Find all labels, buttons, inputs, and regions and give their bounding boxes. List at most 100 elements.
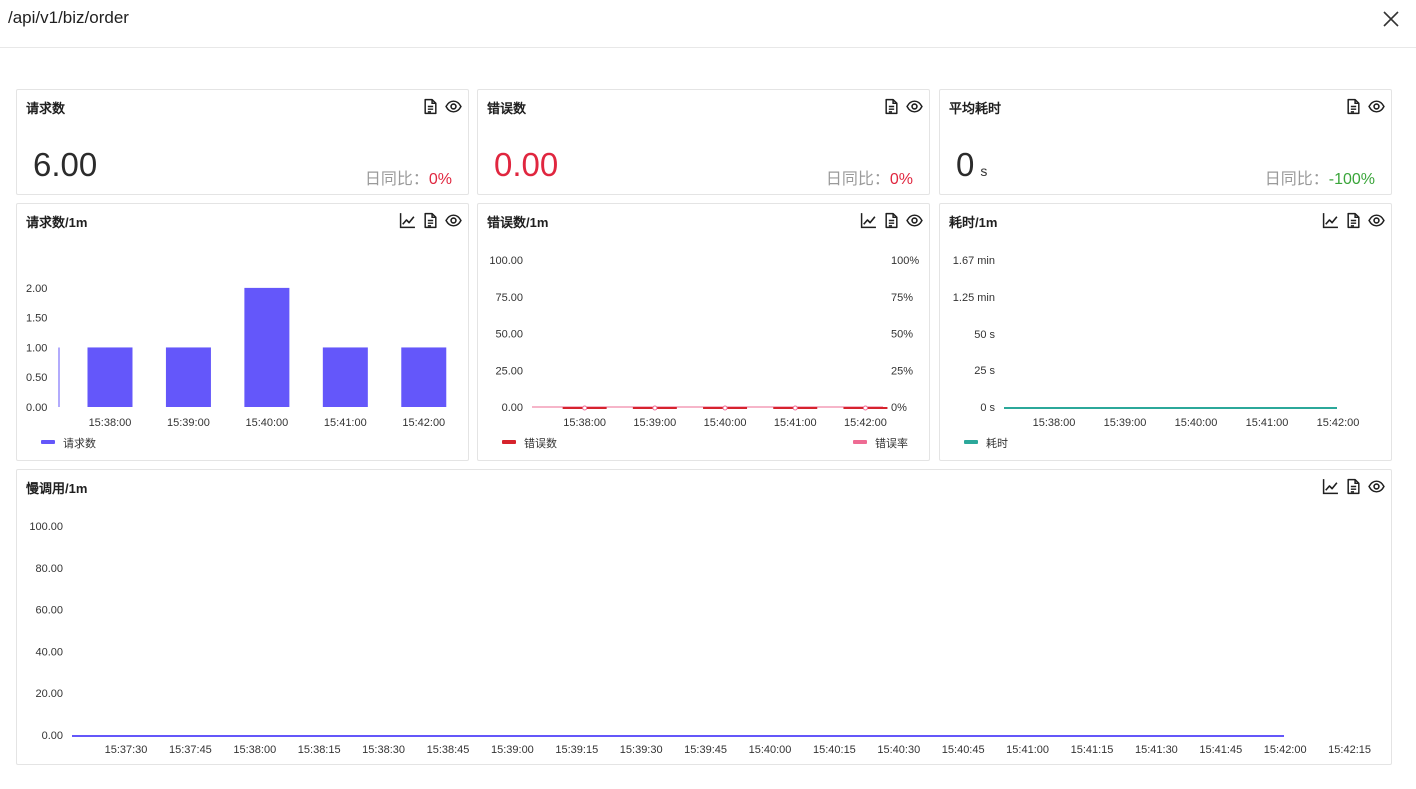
y-tick-label: 100.00 xyxy=(29,521,63,533)
eye-icon[interactable] xyxy=(906,212,923,229)
x-tick-label: 15:37:45 xyxy=(169,744,212,756)
y-tick-label: 25.00 xyxy=(495,365,523,377)
panel-title: 耗时/1m xyxy=(949,215,998,230)
document-icon[interactable] xyxy=(422,212,439,229)
stat-value: 0.00 xyxy=(494,146,559,183)
error-rate-point xyxy=(792,405,798,411)
y-tick-label: 1.25 min xyxy=(953,292,995,304)
y-tick-label: 0 s xyxy=(980,402,995,414)
y-tick-label: 20.00 xyxy=(35,688,63,700)
x-tick-label: 15:38:45 xyxy=(427,744,470,756)
document-icon[interactable] xyxy=(422,98,439,115)
y-tick-label: 0.00 xyxy=(502,402,523,414)
eye-icon[interactable] xyxy=(906,98,923,115)
x-tick-label: 15:40:00 xyxy=(704,417,747,429)
error-rate-point xyxy=(582,405,588,411)
x-tick-label: 15:40:15 xyxy=(813,744,856,756)
chart-panel-slow-calls: 0.00 20.00 40.00 60.00 80.00 100.00 15:37:30 15… xyxy=(16,469,1392,765)
line-chart-icon[interactable] xyxy=(1322,478,1339,495)
x-tick-label: 15:42:00 xyxy=(402,417,445,429)
eye-icon[interactable] xyxy=(445,212,462,229)
x-tick-label: 15:42:00 xyxy=(1317,417,1360,429)
bar xyxy=(322,347,368,407)
line-chart-icon[interactable] xyxy=(860,212,877,229)
chart-panel-errors: 0.00 25.00 50.00 75.00 100.00 0% 25% 50% 75% 100%… xyxy=(477,203,930,461)
x-tick-label: 15:38:00 xyxy=(563,417,606,429)
x-tick-label: 15:38:00 xyxy=(89,417,132,429)
y-tick-label: 1.67 min xyxy=(953,255,995,267)
y-tick-label: 50 s xyxy=(974,329,995,341)
error-rate-point xyxy=(722,405,728,411)
day-over-day: 日同比：-100% xyxy=(1264,171,1375,188)
y-tick-label: 50.00 xyxy=(495,329,523,341)
legend-swatch xyxy=(964,440,978,444)
legend-swatch xyxy=(853,440,867,444)
y-tick-label: 50% xyxy=(891,329,913,341)
y-tick-label: 25 s xyxy=(974,365,995,377)
close-icon[interactable] xyxy=(1380,8,1402,30)
x-tick-label: 15:37:30 xyxy=(105,744,148,756)
x-tick-label: 15:41:00 xyxy=(1246,417,1289,429)
y-tick-label: 60.00 xyxy=(35,605,63,617)
y-tick-label: 2.00 xyxy=(26,283,47,295)
eye-icon[interactable] xyxy=(1368,212,1385,229)
x-tick-label: 15:39:00 xyxy=(491,744,534,756)
day-over-day: 日同比：0% xyxy=(825,171,913,188)
x-tick-label: 15:39:15 xyxy=(555,744,598,756)
stat-panel-errors: 错误数 0.00 日同比：0% xyxy=(477,89,930,195)
x-tick-label: 15:42:00 xyxy=(844,417,887,429)
stat-panel-requests: 请求数 6.00 日同比：0% xyxy=(16,89,469,195)
line-chart-icon[interactable] xyxy=(399,212,416,229)
x-tick-label: 15:38:30 xyxy=(362,744,405,756)
x-tick-label: 15:38:00 xyxy=(233,744,276,756)
document-icon[interactable] xyxy=(1345,212,1362,229)
stat-value: 0s xyxy=(956,146,988,183)
line-chart-icon[interactable] xyxy=(1322,212,1339,229)
error-rate-point xyxy=(862,405,868,411)
drawer-header: /api/v1/biz/order xyxy=(0,0,1416,48)
panel-title: 错误数 xyxy=(487,101,527,116)
panel-title: 错误数/1m xyxy=(487,215,549,230)
legend-label: 请求数 xyxy=(63,437,96,450)
stat-panel-avg-latency: 平均耗时 0s 日同比：-100% xyxy=(939,89,1392,195)
y-tick-label: 1.00 xyxy=(26,342,47,354)
x-tick-label: 15:39:30 xyxy=(620,744,663,756)
panel-title: 请求数/1m xyxy=(26,215,88,230)
chart-panel-requests: 0.00 0.50 1.00 1.50 2.00 15:38:00 15:39:00 15:4… xyxy=(16,203,469,461)
legend-swatch xyxy=(41,440,55,444)
x-tick-label: 15:38:15 xyxy=(298,744,341,756)
x-tick-label: 15:39:45 xyxy=(684,744,727,756)
y-tick-label: 25% xyxy=(891,365,913,377)
legend-label: 错误率 xyxy=(875,436,908,450)
error-rate-point xyxy=(652,405,658,411)
y-tick-label: 0% xyxy=(891,402,907,414)
y-tick-label: 75% xyxy=(891,292,913,304)
x-tick-label: 15:41:00 xyxy=(774,417,817,429)
eye-icon[interactable] xyxy=(1368,98,1385,115)
y-tick-label: 1.50 xyxy=(26,313,47,325)
x-tick-label: 15:40:30 xyxy=(877,744,920,756)
x-tick-label: 15:39:00 xyxy=(167,417,210,429)
legend-swatch xyxy=(502,440,516,444)
panel-title: 慢调用/1m xyxy=(26,481,88,496)
x-tick-label: 15:42:15 xyxy=(1328,744,1371,756)
requests-chart: 0.00 0.50 1.00 1.50 2.00 15:38:00 15:39:00 15:4… xyxy=(26,283,447,450)
document-icon[interactable] xyxy=(1345,98,1362,115)
bar xyxy=(244,287,290,407)
eye-icon[interactable] xyxy=(445,98,462,115)
x-tick-label: 15:41:00 xyxy=(324,417,367,429)
document-icon[interactable] xyxy=(883,98,900,115)
chart-panel-latency: 0 s 25 s 50 s 1.25 min 1.67 min 15:38:00 15:39… xyxy=(939,203,1392,461)
x-tick-label: 15:40:00 xyxy=(245,417,288,429)
eye-icon[interactable] xyxy=(1368,478,1385,495)
panel-title: 平均耗时 xyxy=(949,101,1002,116)
legend-label: 错误数 xyxy=(524,436,557,450)
bar xyxy=(165,347,211,407)
x-tick-label: 15:40:00 xyxy=(1175,417,1218,429)
x-tick-label: 15:39:00 xyxy=(1104,417,1147,429)
legend-label: 耗时 xyxy=(986,437,1008,450)
x-tick-label: 15:38:00 xyxy=(1033,417,1076,429)
document-icon[interactable] xyxy=(883,212,900,229)
document-icon[interactable] xyxy=(1345,478,1362,495)
y-tick-label: 0.50 xyxy=(26,372,47,384)
